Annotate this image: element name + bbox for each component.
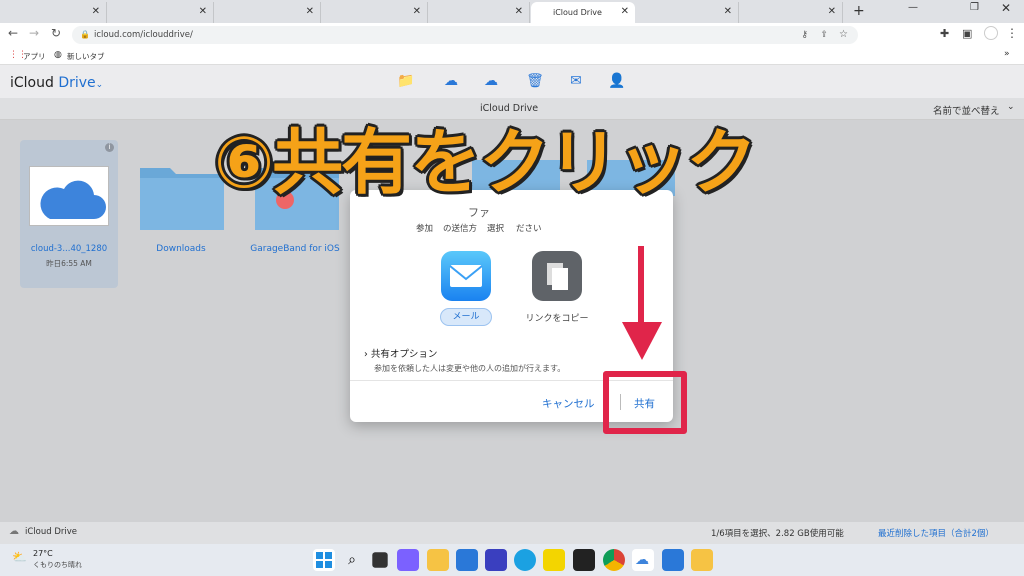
- bookmark-apps[interactable]: アプリ: [23, 51, 46, 62]
- more-bookmarks-icon[interactable]: »: [1004, 49, 1010, 59]
- browser-tab-strip: ✕ ✕ ✕ ✕ ✕ iCloud Drive ✕ ✕ ✕ + — ❐ ✕: [0, 0, 1024, 23]
- reload-icon[interactable]: ↻: [51, 26, 61, 40]
- bookmark-new-tab[interactable]: 新しいタブ: [67, 51, 105, 62]
- globe-icon: ◍: [54, 50, 62, 60]
- explorer-icon[interactable]: [427, 549, 449, 571]
- weather-icon: ⛅: [12, 550, 27, 564]
- url-text: icloud.com/iclouddrive/: [94, 30, 193, 40]
- forward-icon[interactable]: →: [29, 26, 39, 40]
- app-title-text: iCloud: [10, 75, 54, 91]
- mail-option-label[interactable]: メール: [440, 308, 492, 326]
- edge-icon[interactable]: [514, 549, 536, 571]
- app-icon[interactable]: [691, 549, 713, 571]
- folder-downloads[interactable]: [138, 160, 226, 232]
- extensions-icon[interactable]: ✚: [940, 27, 949, 40]
- tab-label: iCloud Drive: [553, 8, 602, 17]
- file-item-selected[interactable]: i cloud-3...40_1280 昨日6:55 AM: [20, 140, 118, 288]
- subtitle-part: の送信方: [443, 224, 478, 234]
- sort-dropdown[interactable]: 名前で並べ替え: [933, 103, 1000, 117]
- delete-icon[interactable]: 🗑: [525, 73, 545, 91]
- task-view-icon[interactable]: [372, 552, 388, 568]
- app-icon[interactable]: [485, 549, 507, 571]
- menu-icon[interactable]: ⋮: [1006, 26, 1018, 40]
- app-icon[interactable]: [573, 549, 595, 571]
- browser-tab[interactable]: ✕: [636, 2, 739, 23]
- browser-tab[interactable]: ✕: [429, 2, 530, 23]
- share-options-label: 共有オプション: [370, 349, 438, 360]
- mail-taskbar-icon[interactable]: [456, 549, 478, 571]
- folder-title: iCloud Drive: [480, 103, 539, 114]
- highlight-box: [603, 371, 687, 434]
- subtitle-part: 参加: [416, 224, 434, 234]
- weather-desc: くもりのち晴れ: [33, 561, 82, 569]
- folder-name: Downloads: [156, 244, 206, 254]
- sidebar-icon[interactable]: ▣: [962, 27, 972, 40]
- recently-deleted-link[interactable]: 最近削除した項目（合計2個）: [878, 527, 994, 539]
- status-location: iCloud Drive: [25, 527, 78, 537]
- status-selection: 1/6項目を選択、2.82 GB使用可能: [711, 529, 844, 539]
- url-bar[interactable]: 🔒 icloud.com/iclouddrive/ ⚷ ⇪ ☆: [72, 26, 858, 44]
- browser-tab-active[interactable]: iCloud Drive ✕: [531, 2, 635, 23]
- back-icon[interactable]: ←: [8, 26, 18, 40]
- subtitle-part: 選択: [487, 224, 505, 234]
- app-title-accent: Drive: [58, 75, 96, 91]
- browser-tab[interactable]: ✕: [0, 2, 107, 23]
- icloud-icon[interactable]: ☁: [632, 549, 654, 571]
- start-icon[interactable]: [313, 549, 335, 571]
- weather-temp[interactable]: 27°C: [33, 549, 53, 558]
- copy-link-label[interactable]: リンクをコピー: [512, 311, 602, 324]
- file-date: 昨日6:55 AM: [46, 259, 92, 268]
- taskbar: ⛅ 27°C くもりのち晴れ: [0, 544, 1024, 576]
- folder-header: iCloud Drive 名前で並べ替え ⌄: [0, 98, 1024, 120]
- profile-avatar[interactable]: [984, 26, 998, 40]
- store-icon[interactable]: [662, 549, 684, 571]
- folder-name: GarageBand for iOS: [250, 244, 340, 254]
- app-toolbar: [0, 65, 1024, 98]
- info-icon[interactable]: i: [105, 143, 114, 152]
- close-tab-icon[interactable]: ✕: [621, 6, 629, 17]
- maximize-icon[interactable]: ❐: [970, 2, 979, 13]
- subtitle-part: ださい: [516, 224, 542, 234]
- lock-icon: 🔒: [80, 30, 90, 39]
- cloud-icon: ☁: [9, 526, 19, 537]
- key-icon[interactable]: ⚷: [801, 26, 808, 44]
- browser-tab[interactable]: ✕: [108, 2, 214, 23]
- search-icon[interactable]: ⌕: [341, 549, 363, 571]
- chrome-icon[interactable]: [603, 549, 625, 571]
- cancel-button[interactable]: キャンセル: [542, 396, 595, 411]
- chevron-down-icon: ⌄: [1007, 102, 1015, 112]
- share-people-icon[interactable]: 👤: [607, 73, 627, 91]
- file-thumbnail: [29, 166, 109, 226]
- browser-tab[interactable]: ✕: [322, 2, 428, 23]
- minimize-icon[interactable]: —: [908, 2, 918, 13]
- new-tab-icon[interactable]: +: [853, 3, 865, 19]
- window-close-icon[interactable]: ✕: [1001, 1, 1011, 15]
- chat-icon[interactable]: [397, 549, 419, 571]
- share-options-toggle[interactable]: › 共有オプション: [364, 346, 437, 360]
- file-name: cloud-3...40_1280: [30, 244, 108, 254]
- dialog-subtitle: 参加 の送信方 選択 ださい: [416, 222, 542, 234]
- upload-icon[interactable]: ☁: [441, 73, 461, 91]
- mail-app-icon[interactable]: [441, 251, 491, 301]
- download-icon[interactable]: ☁: [481, 73, 501, 91]
- browser-tab[interactable]: ✕: [740, 2, 843, 23]
- instruction-caption: ⑥共有をクリック: [212, 120, 758, 206]
- new-folder-icon[interactable]: 📁: [396, 73, 416, 91]
- share-options-desc: 参加を依頼した人は変更や他の人の追加が行えます。: [374, 364, 566, 373]
- star-icon[interactable]: ☆: [839, 26, 848, 44]
- share-page-icon[interactable]: ⇪: [820, 26, 828, 44]
- chevron-right-icon: ›: [364, 349, 368, 360]
- bookmarks-bar: ⋮⋮ アプリ ◍ 新しいタブ »: [0, 47, 1024, 65]
- app-title[interactable]: iCloud Drive⌄: [10, 75, 103, 91]
- down-arrow-icon: [622, 246, 662, 360]
- status-bar: ☁ iCloud Drive 1/6項目を選択、2.82 GB使用可能 最近削除…: [0, 522, 1024, 544]
- notes-icon[interactable]: [543, 549, 565, 571]
- copy-link-icon[interactable]: [532, 251, 582, 301]
- browser-tab[interactable]: ✕: [215, 2, 321, 23]
- mail-icon[interactable]: ✉: [566, 73, 586, 91]
